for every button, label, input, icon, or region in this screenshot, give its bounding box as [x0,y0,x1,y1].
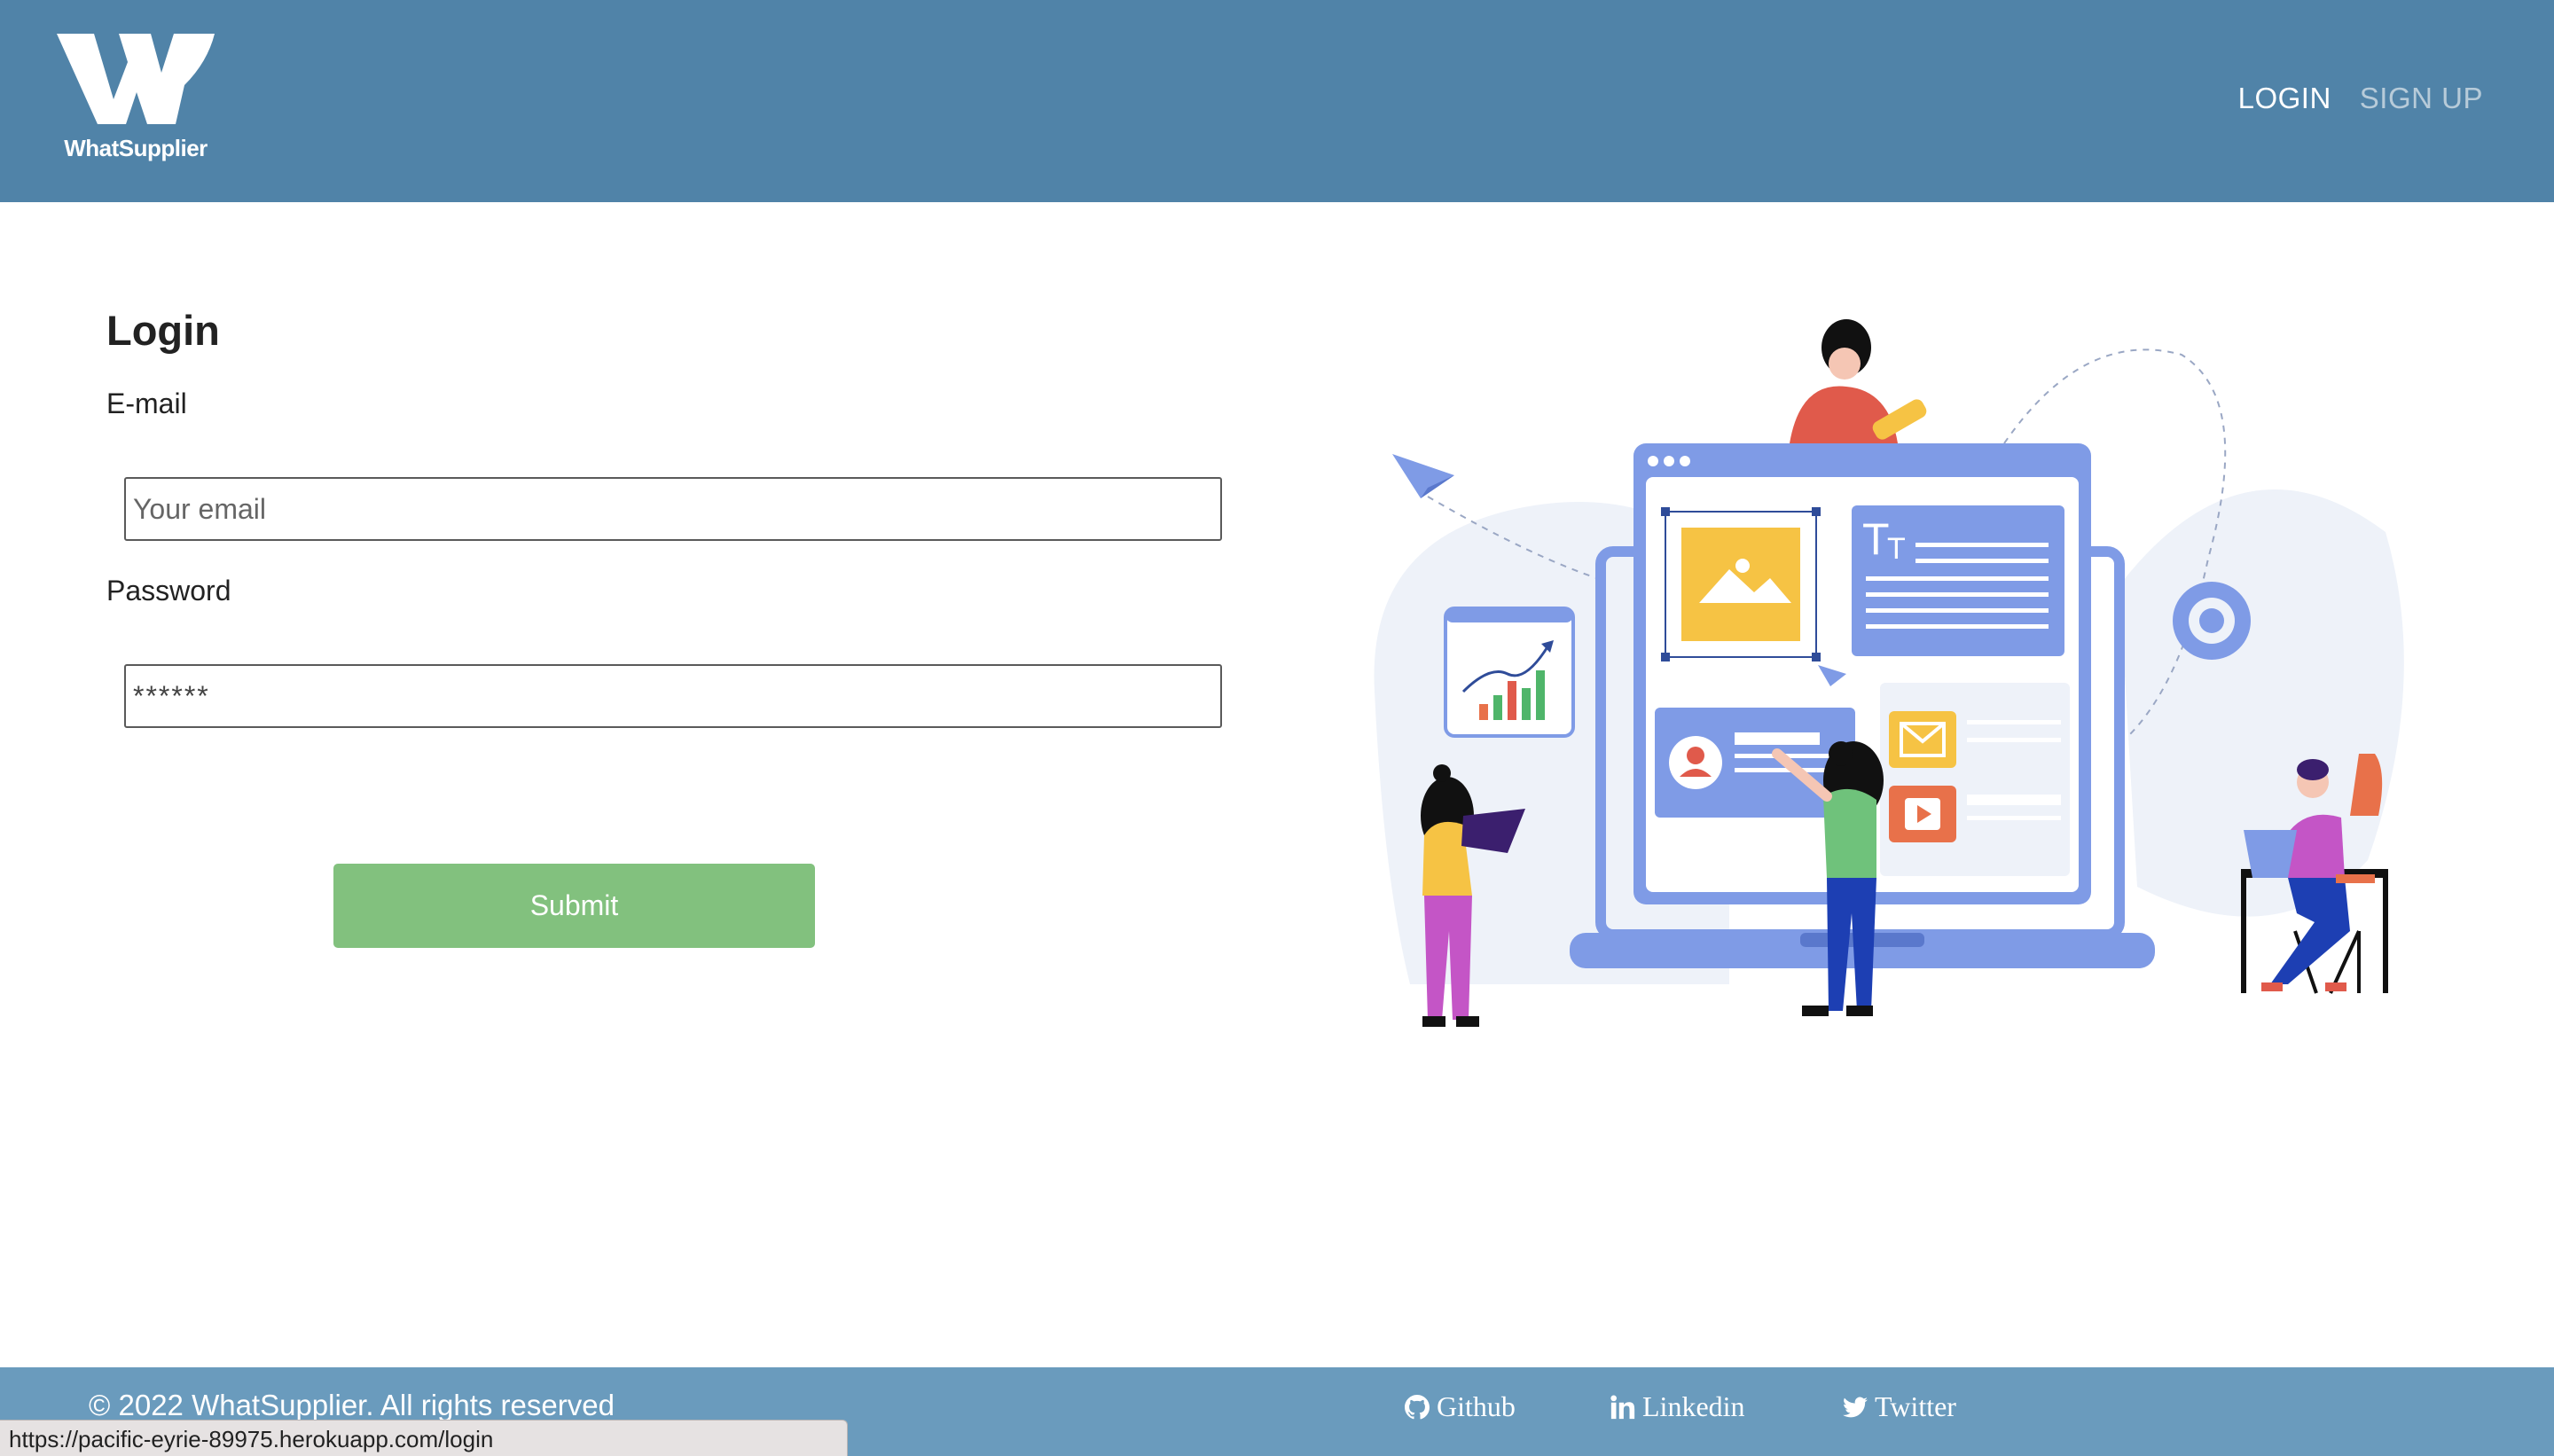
logo[interactable]: WhatSupplier [51,27,220,168]
twitter-label: Twitter [1875,1390,1956,1422]
twitter-icon [1843,1397,1868,1417]
submit-button[interactable]: Submit [333,864,815,948]
svg-text:T: T [1887,532,1906,566]
nav-login-link[interactable]: LOGIN [2238,82,2331,115]
nav-signup-link[interactable]: SIGN UP [2360,82,2483,115]
login-illustration: T T [1357,310,2421,1046]
browser-status-bar: https://pacific-eyrie-89975.herokuapp.co… [0,1420,848,1456]
linkedin-label: Linkedin [1642,1390,1745,1422]
password-field[interactable] [124,664,1222,728]
copyright-text: © 2022 WhatSupplier. All rights reserved [89,1389,615,1421]
svg-text:T: T [1862,514,1890,564]
status-url: https://pacific-eyrie-89975.herokuapp.co… [9,1426,494,1452]
logo-w-icon [57,34,215,124]
password-label: Password [106,575,231,607]
github-label: Github [1437,1390,1516,1422]
team-workspace-illustration: T T [1374,319,2404,1027]
linkedin-link[interactable]: Linkedin [1610,1390,1745,1423]
github-icon [1405,1394,1430,1419]
email-label: E-mail [106,387,187,419]
logo-text: WhatSupplier [64,135,208,161]
twitter-link[interactable]: Twitter [1843,1390,1956,1423]
linkedin-icon [1610,1395,1635,1419]
email-field[interactable] [124,477,1222,541]
page-title: Login [106,307,220,354]
github-link[interactable]: Github [1405,1390,1516,1423]
top-nav: LOGIN SIGN UP [2238,82,2483,115]
header: WhatSupplier LOGIN SIGN UP [0,0,2554,202]
